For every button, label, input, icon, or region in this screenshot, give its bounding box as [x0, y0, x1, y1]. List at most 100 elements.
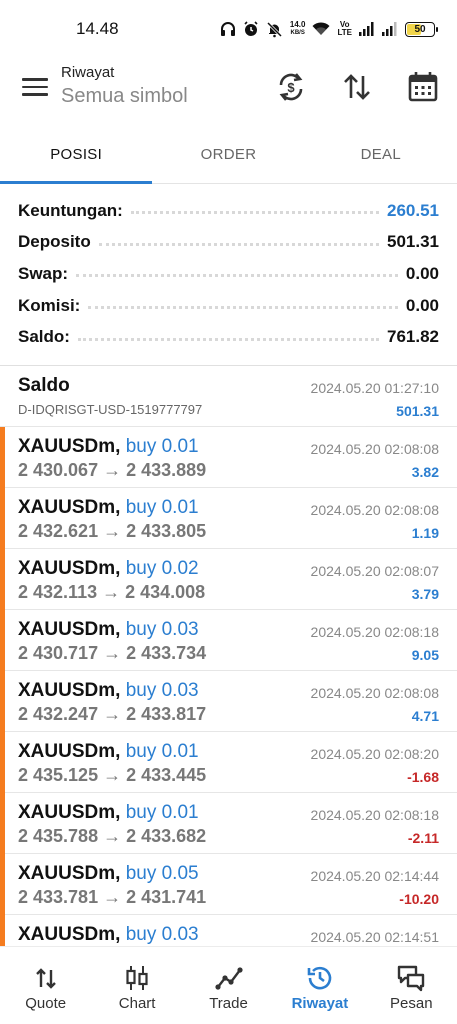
summary-row-balance: Saldo: 761.82 — [0, 321, 457, 353]
deal-time: 2024.05.20 02:08:08 — [310, 685, 439, 701]
menu-button[interactable] — [22, 78, 48, 100]
balance-time: 2024.05.20 01:27:10 — [310, 380, 439, 396]
deal-row[interactable]: XAUUSDm, buy 0.01 2 435.788 → 2 433.682 20… — [0, 793, 457, 854]
deal-prices: 2 430.717 → 2 433.734 — [18, 643, 207, 663]
summary-value: 260.51 — [387, 200, 439, 220]
symbol-name: XAUUSDm, — [18, 680, 121, 701]
app-bar: Riwayat Semua simbol $ — [0, 56, 457, 126]
deal-profit: -2.11 — [407, 830, 439, 846]
deal-time: 2024.05.20 02:08:18 — [310, 624, 439, 640]
balance-row[interactable]: Saldo D-IDQRISGT-USD-1519777797 2024.05.… — [0, 366, 457, 427]
dotted-leader — [76, 274, 398, 278]
deal-profit: 9.05 — [411, 647, 439, 663]
deal-time: 2024.05.20 02:14:51 — [310, 929, 439, 945]
deal-profit: -1.68 — [407, 769, 439, 785]
deal-row[interactable]: XAUUSDm, buy 0.01 2 435.125 → 2 433.445 20… — [0, 732, 457, 793]
deal-side: buy 0.03 — [125, 680, 199, 701]
speed-unit: KB/S — [290, 30, 305, 36]
deal-row[interactable]: XAUUSDm, buy 0.02 2 432.113 → 2 434.008 20… — [0, 549, 457, 610]
deal-symbol: XAUUSDm, buy 0.03 — [18, 680, 199, 702]
nav-quote[interactable]: Quote — [0, 947, 91, 1024]
mute-bell-icon — [266, 21, 283, 38]
nav-trade[interactable]: Trade — [183, 947, 274, 1024]
calendar-icon[interactable] — [406, 70, 440, 104]
summary-panel: Keuntungan: 260.51 Deposito 501.31 Swap:… — [0, 195, 457, 353]
deal-row[interactable]: XAUUSDm, buy 0.05 2 433.781 → 2 431.741 20… — [0, 854, 457, 915]
volte-bottom: LTE — [337, 28, 352, 37]
volte-indicator: Vo LTE — [337, 21, 352, 37]
symbol-name: XAUUSDm, — [18, 741, 121, 762]
deal-side: buy 0.03 — [125, 924, 199, 945]
summary-label: Swap: — [18, 263, 69, 283]
deal-prices: 2 432.247 → 2 433.817 — [18, 704, 207, 724]
symbol-name: XAUUSDm, — [18, 497, 121, 518]
deal-symbol: XAUUSDm, buy 0.03 — [18, 619, 199, 641]
dotted-leader — [130, 211, 379, 215]
history-clock-icon — [307, 966, 332, 990]
wifi-icon — [312, 22, 330, 36]
deal-symbol: XAUUSDm, buy 0.01 — [18, 436, 199, 458]
deal-row[interactable]: XAUUSDm, buy 0.01 2 432.621 → 2 433.805 20… — [0, 488, 457, 549]
deal-side: buy 0.03 — [125, 619, 199, 640]
deal-side: buy 0.01 — [125, 741, 199, 762]
page-title: Riwayat — [61, 64, 115, 81]
summary-label: Komisi: — [18, 295, 81, 315]
summary-label: Keuntungan: — [18, 200, 123, 220]
deal-profit: -10.20 — [399, 891, 439, 907]
deal-time: 2024.05.20 02:08:08 — [310, 441, 439, 457]
summary-row-commission: Komisi: 0.00 — [0, 290, 457, 322]
candlestick-icon — [126, 966, 148, 990]
deal-symbol: XAUUSDm, buy 0.05 — [18, 863, 199, 885]
deal-symbol: XAUUSDm, buy 0.01 — [18, 497, 199, 519]
title-block: Riwayat Semua simbol — [61, 64, 188, 108]
signal-icon — [359, 22, 375, 36]
sort-icon[interactable] — [340, 70, 374, 104]
summary-row-deposit: Deposito 501.31 — [0, 227, 457, 259]
status-time: 14.48 — [76, 19, 119, 38]
deal-row[interactable]: XAUUSDm, buy 0.03 2 432.247 → 2 433.817 20… — [0, 671, 457, 732]
nav-chart[interactable]: Chart — [91, 947, 182, 1024]
nav-riwayat[interactable]: Riwayat — [274, 947, 365, 1024]
deal-side: buy 0.05 — [125, 863, 199, 884]
deal-side: buy 0.01 — [125, 436, 199, 457]
tab-deal[interactable]: DEAL — [305, 126, 457, 183]
headphones-icon — [220, 21, 236, 37]
messages-icon — [398, 965, 425, 992]
balance-amount: 501.31 — [396, 403, 439, 419]
deal-row[interactable]: XAUUSDm, buy 0.03 2 430.717 → 2 433.734 20… — [0, 610, 457, 671]
deal-profit: 3.79 — [411, 586, 439, 602]
summary-row-swap: Swap: 0.00 — [0, 258, 457, 290]
battery-icon: 50 — [405, 21, 438, 37]
symbol-name: XAUUSDm, — [18, 436, 121, 457]
deal-side: buy 0.01 — [125, 802, 199, 823]
currency-exchange-icon[interactable]: $ — [274, 70, 308, 104]
speed-value: 14.0 — [289, 20, 306, 29]
summary-label: Deposito — [18, 232, 91, 252]
symbol-filter[interactable]: Semua simbol — [61, 85, 188, 108]
symbol-name: XAUUSDm, — [18, 924, 121, 945]
summary-label: Saldo: — [18, 327, 70, 347]
deal-time: 2024.05.20 02:08:18 — [310, 807, 439, 823]
tab-posisi[interactable]: POSISI — [0, 126, 152, 183]
status-icons: 14.0 KB/S Vo LTE 50 — [220, 18, 438, 40]
deal-symbol: XAUUSDm, buy 0.02 — [18, 558, 199, 580]
summary-value: 761.82 — [387, 327, 439, 347]
deal-time: 2024.05.20 02:08:20 — [310, 746, 439, 762]
dotted-leader — [77, 337, 379, 341]
deal-symbol: XAUUSDm, buy 0.01 — [18, 802, 199, 824]
nav-pesan[interactable]: Pesan — [366, 947, 457, 1024]
nav-label: Trade — [209, 995, 248, 1012]
signal-icon-2 — [382, 22, 398, 36]
deal-profit: 4.71 — [411, 708, 439, 724]
deal-row[interactable]: XAUUSDm, buy 0.01 2 430.067 → 2 433.889 20… — [0, 427, 457, 488]
balance-account: D-IDQRISGT-USD-1519777797 — [18, 402, 203, 417]
deal-prices: 2 435.788 → 2 433.682 — [18, 826, 207, 846]
tab-order[interactable]: ORDER — [152, 126, 304, 183]
summary-value: 0.00 — [405, 263, 439, 283]
summary-value: 0.00 — [405, 295, 439, 315]
summary-row-profit: Keuntungan: 260.51 — [0, 195, 457, 227]
trade-line-icon — [214, 967, 243, 990]
symbol-name: XAUUSDm, — [18, 558, 121, 579]
tab-bar: POSISI ORDER DEAL — [0, 126, 457, 184]
quote-arrows-icon — [35, 968, 56, 989]
